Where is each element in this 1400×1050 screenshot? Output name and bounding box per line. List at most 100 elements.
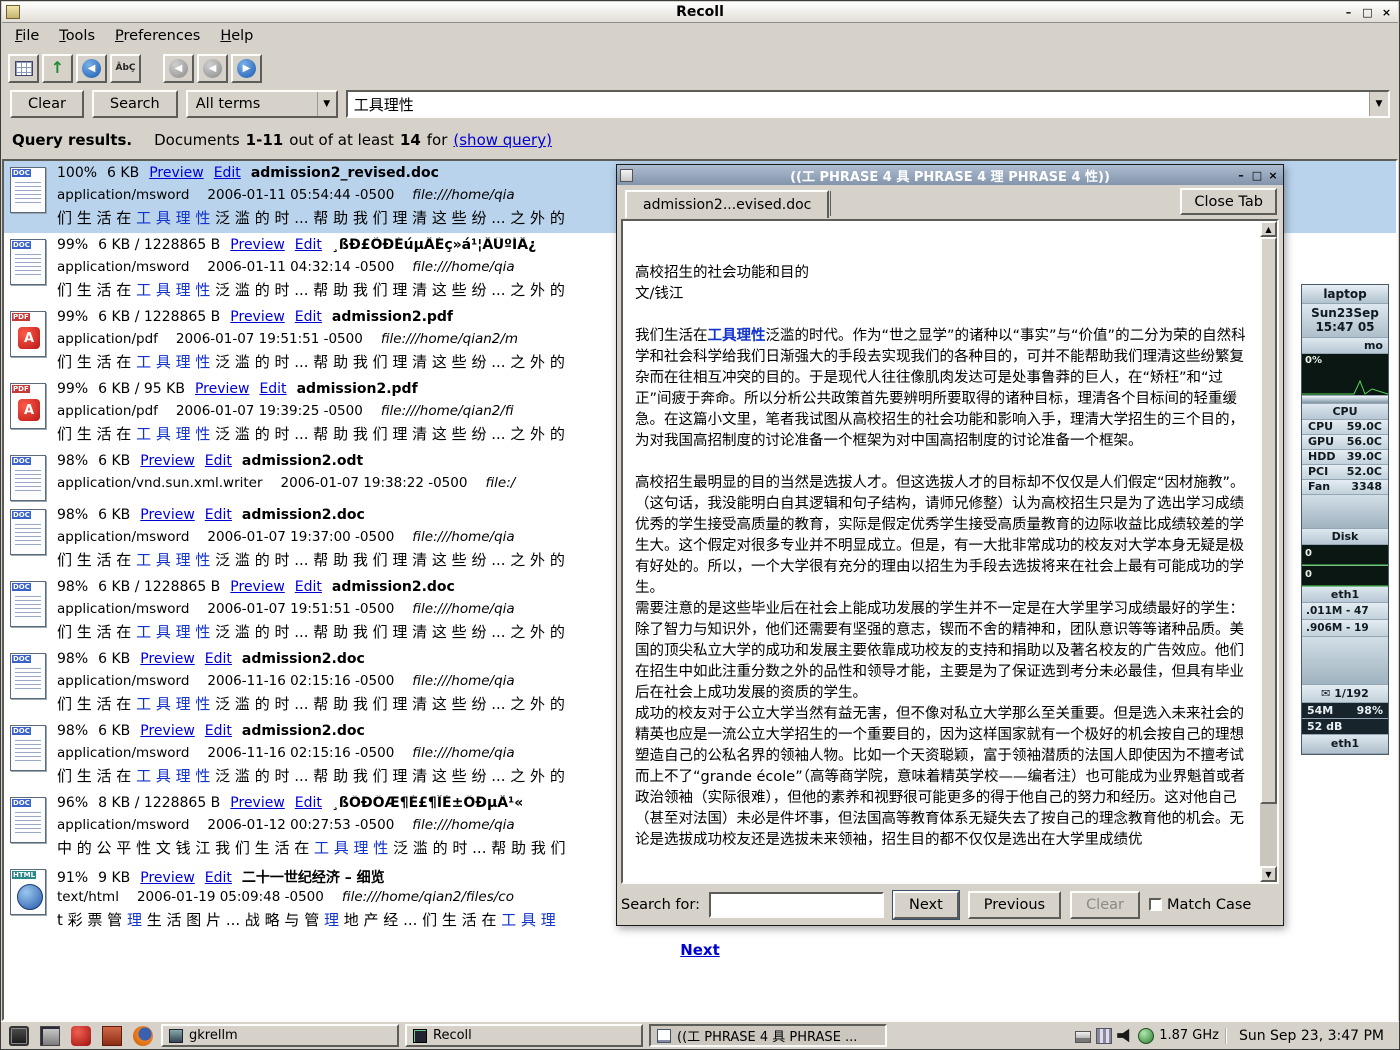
- search-button[interactable]: Search: [92, 90, 178, 118]
- clear-button[interactable]: Clear: [10, 90, 84, 118]
- gkrellm-window-icon: [169, 1029, 183, 1043]
- result-size: 6 KB: [98, 453, 130, 469]
- result-size: 6 KB: [98, 723, 130, 739]
- result-edit-link[interactable]: Edit: [295, 237, 322, 253]
- show-query-link[interactable]: (show query): [453, 131, 552, 149]
- result-edit-link[interactable]: Edit: [205, 453, 232, 469]
- gkrellm-time: 15:47 05: [1302, 320, 1388, 334]
- power-icon[interactable]: [1138, 1028, 1154, 1044]
- scroll-up-icon[interactable]: ▲: [1260, 221, 1277, 237]
- result-edit-link[interactable]: Edit: [214, 165, 241, 181]
- result-mimetype: application/msword: [57, 673, 189, 693]
- match-case-checkbox[interactable]: [1149, 898, 1162, 911]
- highlight-term: 工 具 理 性: [136, 281, 210, 299]
- menu-preferences[interactable]: Preferences: [106, 25, 209, 47]
- result-preview-link[interactable]: Preview: [140, 453, 195, 469]
- preview-scrollbar[interactable]: ▲ ▼: [1260, 221, 1277, 882]
- term-explorer-button[interactable]: [8, 54, 39, 83]
- preview-tab[interactable]: admission2...evised.doc: [625, 190, 829, 218]
- preview-window-menu-icon[interactable]: [620, 169, 633, 182]
- result-score: 98%: [57, 453, 88, 469]
- result-preview-link[interactable]: Preview: [230, 309, 285, 325]
- terminal-icon: [40, 1026, 60, 1046]
- find-clear-button[interactable]: Clear: [1070, 891, 1140, 919]
- text-segment: 生 活 图 片 ... 战 略 与 管: [142, 911, 324, 929]
- preview-titlebar: ((工 PHRASE 4 具 PHRASE 4 理 PHRASE 4 性)) –…: [617, 165, 1283, 185]
- result-edit-link[interactable]: Edit: [259, 381, 286, 397]
- close-tab-button[interactable]: Close Tab: [1180, 188, 1277, 215]
- result-preview-link[interactable]: Preview: [140, 723, 195, 739]
- result-edit-link[interactable]: Edit: [205, 723, 232, 739]
- result-preview-link[interactable]: Preview: [140, 651, 195, 667]
- result-edit-link[interactable]: Edit: [205, 651, 232, 667]
- result-date: 2006-01-07 19:37:00 -0500: [207, 529, 394, 549]
- search-mode-select[interactable]: All terms ▼: [186, 90, 338, 118]
- scrollbar-thumb[interactable]: [1260, 237, 1277, 804]
- menu-tools[interactable]: Tools: [50, 25, 104, 47]
- preview-minimize-icon[interactable]: –: [1233, 168, 1249, 183]
- taskbar-window-recoll[interactable]: Recoll: [405, 1024, 643, 1047]
- menu-file[interactable]: File: [6, 25, 48, 47]
- result-edit-link[interactable]: Edit: [205, 870, 232, 886]
- docs-range: 1-11: [246, 131, 284, 149]
- launcher-media-player[interactable]: [68, 1025, 93, 1047]
- chevron-down-icon[interactable]: ▼: [317, 92, 336, 116]
- doc-file-icon: [10, 725, 46, 771]
- preview-tabbar: admission2...evised.doc Close Tab: [617, 185, 1283, 218]
- taskbar-window-preview[interactable]: ((工 PHRASE 4 具 PHRASE ...: [649, 1024, 887, 1047]
- result-preview-link[interactable]: Preview: [140, 870, 195, 886]
- result-edit-link[interactable]: Edit: [205, 507, 232, 523]
- window-menu-icon[interactable]: [6, 5, 20, 19]
- launcher-firefox[interactable]: [130, 1025, 155, 1047]
- volume-icon[interactable]: [1117, 1028, 1133, 1044]
- menu-help[interactable]: Help: [211, 25, 262, 47]
- find-previous-button[interactable]: Previous: [968, 891, 1061, 919]
- preview-window-icon: [657, 1029, 671, 1043]
- launcher-app-menu[interactable]: [6, 1025, 31, 1047]
- taskbar-window-gkrellm[interactable]: gkrellm: [161, 1024, 399, 1047]
- maximize-icon[interactable]: □: [1359, 5, 1376, 20]
- sensor-row: Fan3348: [1302, 480, 1388, 495]
- preview-close-icon[interactable]: ×: [1265, 168, 1281, 183]
- result-edit-link[interactable]: Edit: [295, 309, 322, 325]
- docs-middle: out of at least: [289, 131, 394, 149]
- next-page-link[interactable]: Next: [680, 941, 720, 959]
- keyboard-layout-icon[interactable]: [1075, 1031, 1091, 1043]
- minimize-icon[interactable]: –: [1340, 5, 1357, 20]
- result-date: 2006-01-07 19:51:51 -0500: [207, 601, 394, 621]
- launcher-package-manager[interactable]: [99, 1025, 124, 1047]
- sort-button[interactable]: ↑: [42, 54, 73, 83]
- first-page-button[interactable]: ◀: [163, 54, 194, 83]
- launcher-terminal[interactable]: [37, 1025, 62, 1047]
- search-history-dropdown-icon[interactable]: ▼: [1369, 92, 1388, 116]
- result-size: 6 KB / 95 KB: [98, 381, 185, 397]
- find-next-button[interactable]: Next: [893, 891, 959, 919]
- gkrellm-footer: eth1: [1302, 735, 1388, 754]
- next-page-button[interactable]: ▶: [231, 54, 262, 83]
- result-preview-link[interactable]: Preview: [230, 237, 285, 253]
- result-preview-link[interactable]: Preview: [149, 165, 204, 181]
- previous-page-button[interactable]: ◀: [197, 54, 228, 83]
- result-edit-link[interactable]: Edit: [295, 579, 322, 595]
- result-title: ¸ßÐ£ÕÐÉúµÄÉç»á¹¦ÄÜºÍÄ¿: [332, 237, 536, 253]
- result-mimetype: application/msword: [57, 187, 189, 207]
- result-edit-link[interactable]: Edit: [295, 795, 322, 811]
- result-preview-link[interactable]: Preview: [195, 381, 250, 397]
- spellcheck-button[interactable]: ÂbÇ: [110, 54, 141, 83]
- history-button[interactable]: ◀: [76, 54, 107, 83]
- result-preview-link[interactable]: Preview: [230, 795, 285, 811]
- scroll-down-icon[interactable]: ▼: [1260, 866, 1277, 882]
- result-preview-link[interactable]: Preview: [230, 579, 285, 595]
- html-file-icon: [10, 869, 46, 915]
- result-preview-link[interactable]: Preview: [140, 507, 195, 523]
- highlight-term: 理: [127, 911, 142, 929]
- match-case-option[interactable]: Match Case: [1149, 897, 1251, 913]
- text-segment: 泛 滥 的 时 ... 帮 助 我 们 理 清 这 些 纷 ... 之 外 的: [210, 209, 564, 227]
- preview-maximize-icon[interactable]: □: [1249, 168, 1265, 183]
- result-url: file:///home/qia: [412, 673, 514, 693]
- find-input[interactable]: [709, 892, 884, 918]
- text-segment: 们 生 活 在: [57, 209, 136, 227]
- close-icon[interactable]: ×: [1378, 5, 1395, 20]
- workspace-grid-icon[interactable]: [1096, 1028, 1112, 1044]
- search-input[interactable]: [348, 95, 1369, 113]
